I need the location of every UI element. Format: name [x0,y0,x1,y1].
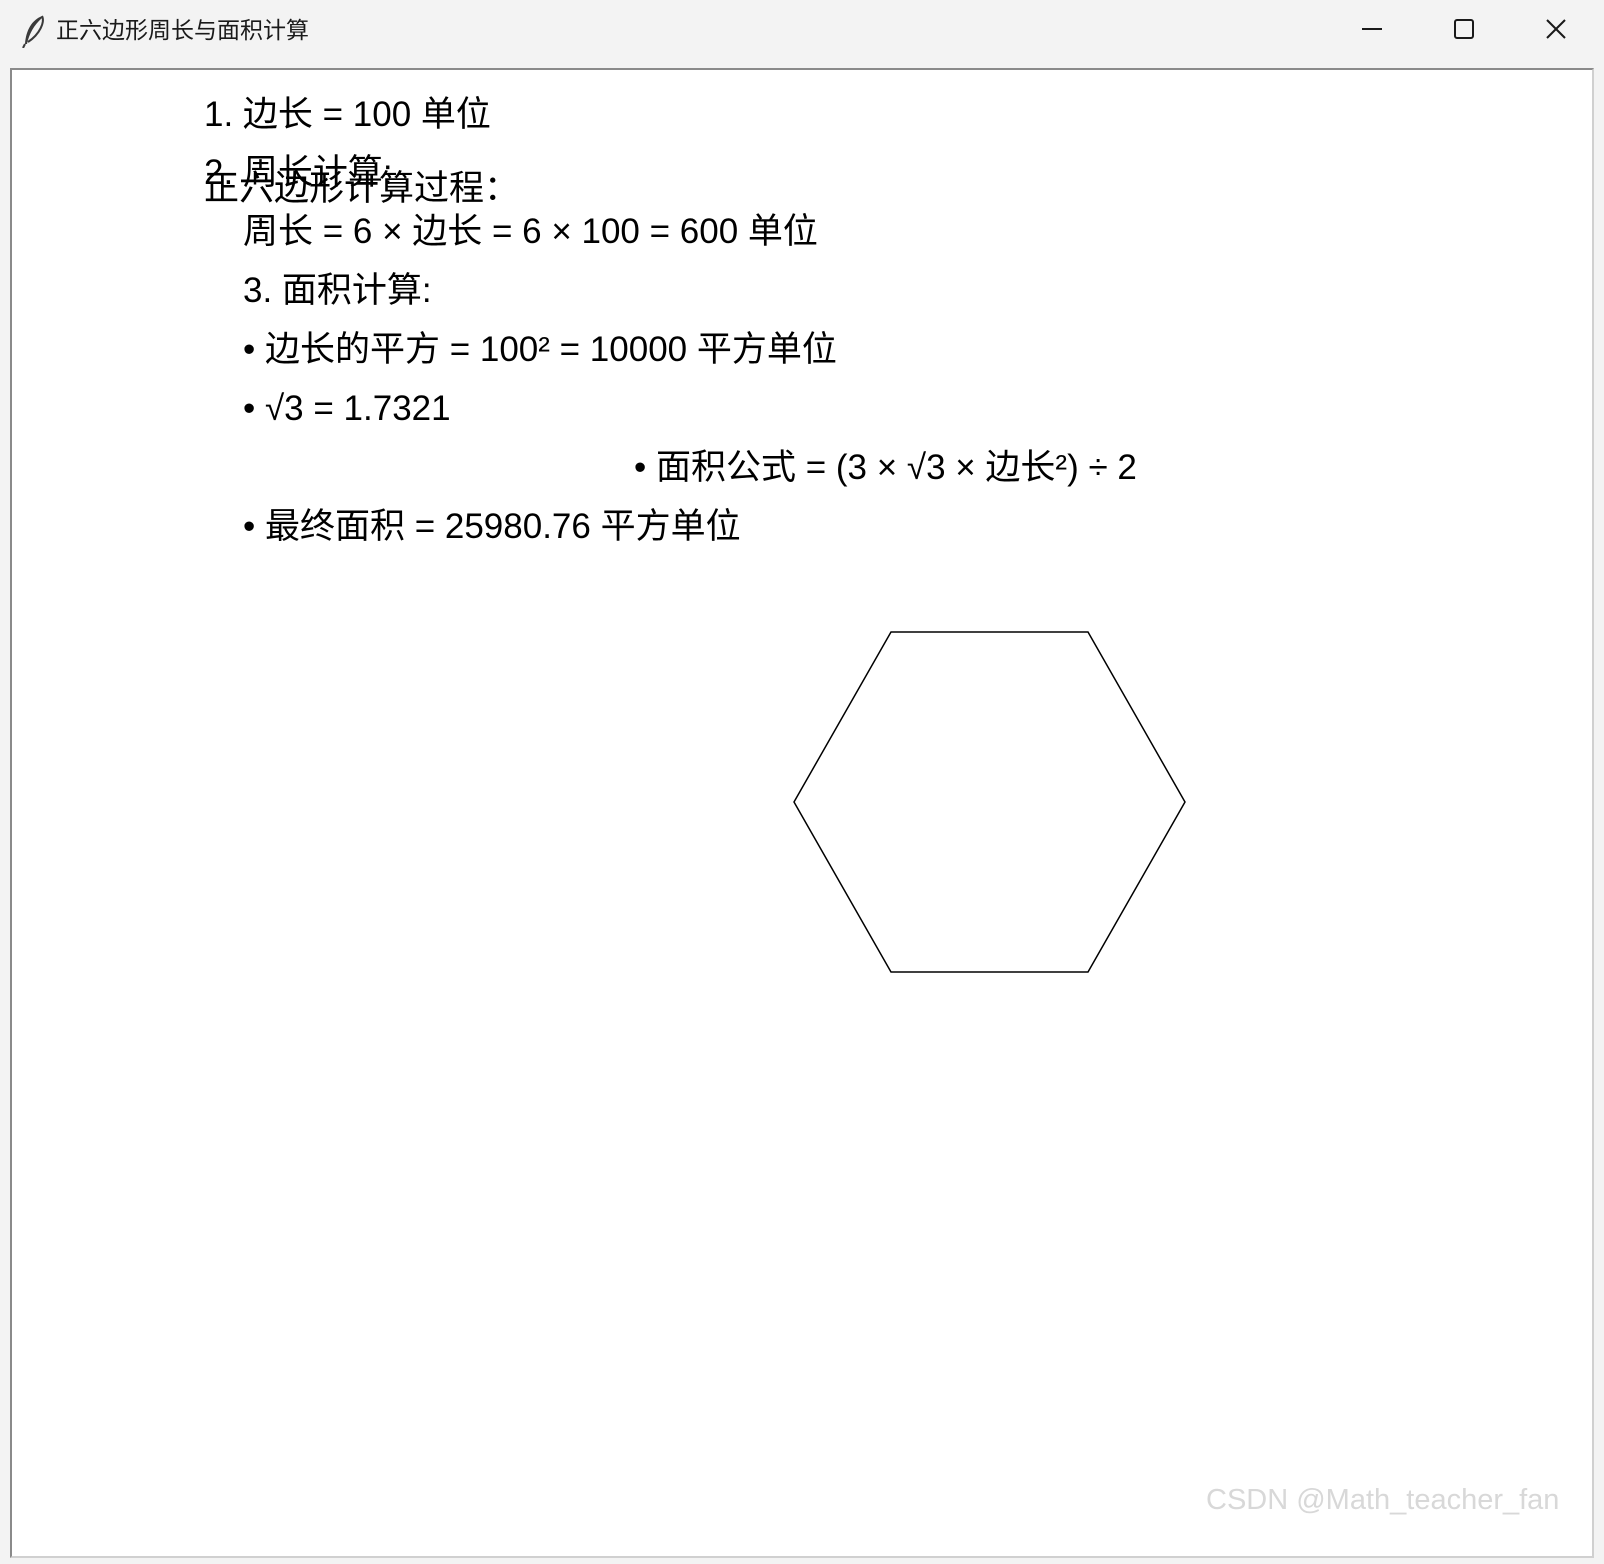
step3-area-label: 3. 面积计算: [243,271,432,310]
window-title: 正六边形周长与面积计算 [56,18,309,44]
perimeter-formula: 周长 = 6 × 边长 = 6 × 100 = 600 单位 [243,212,818,251]
sqrt3-line: • √3 = 1.7321 [243,389,451,428]
maximize-button[interactable] [1418,0,1510,62]
close-icon [1544,17,1568,45]
minimize-icon [1360,17,1384,45]
final-area-line: • 最终面积 = 25980.76 平方单位 [243,507,741,546]
maximize-icon [1452,17,1476,45]
title-bar[interactable]: 正六边形周长与面积计算 [0,0,1604,66]
calculation-heading: 正六边形计算过程： [204,169,520,208]
area-formula-line: • 面积公式 = (3 × √3 × 边长²) ÷ 2 [634,448,1137,487]
step1-side-length: 1. 边长 = 100 单位 [204,95,491,134]
canvas-area: 1. 边长 = 100 单位 2. 周长计算: 正六边形计算过程： 周长 = 6… [10,68,1594,1558]
app-window: 正六边形周长与面积计算 1. 边长 = 100 单位 2. 周长计算: 正六边形… [0,0,1604,1564]
minimize-button[interactable] [1326,0,1418,62]
feather-icon [20,14,48,49]
side-squared-line: • 边长的平方 = 100² = 10000 平方单位 [243,330,837,369]
watermark: CSDN @Math_teacher_fan [1206,1484,1560,1516]
close-button[interactable] [1510,0,1602,62]
